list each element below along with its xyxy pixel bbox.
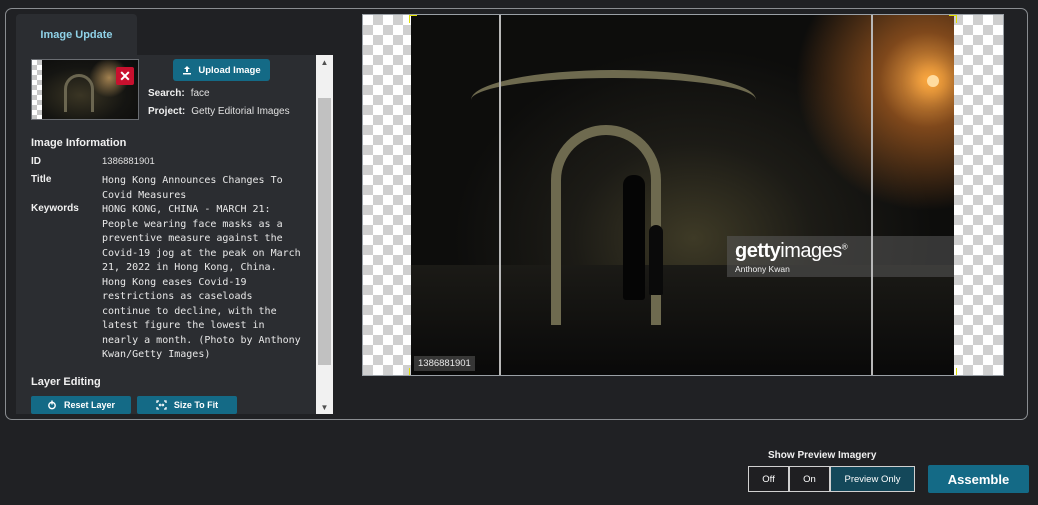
thumbnail-arch: [64, 74, 94, 112]
keywords-label: Keywords: [31, 203, 79, 214]
getty-logo: gettyimages®: [735, 240, 848, 262]
reset-layer-button[interactable]: Reset Layer: [31, 396, 131, 414]
reset-layer-label: Reset Layer: [63, 400, 116, 410]
photo-lamp: [927, 75, 939, 87]
keywords-value: HONG KONG, CHINA - MARCH 21: People wear…: [102, 204, 307, 360]
size-to-fit-button[interactable]: Size To Fit: [137, 396, 237, 414]
tab-image-update[interactable]: Image Update: [16, 14, 137, 55]
fit-icon: [156, 400, 167, 410]
photo-wall: [471, 70, 756, 130]
photo-figure-child: [649, 225, 663, 295]
preview-only-option[interactable]: Preview Only: [830, 466, 915, 492]
preview-imagery-heading: Show Preview Imagery: [768, 450, 877, 461]
getty-watermark: gettyimages® Anthony Kwan: [727, 236, 954, 277]
id-value: 1386881901: [102, 156, 155, 167]
guide-line-left[interactable]: [499, 15, 501, 375]
title-label: Title: [31, 174, 52, 185]
project-value: Getty Editorial Images: [191, 106, 290, 117]
photo-figure-adult: [623, 175, 645, 300]
search-label: Search:: [148, 88, 185, 99]
close-icon: ✕: [119, 68, 131, 84]
search-value: face: [190, 88, 210, 99]
id-label: ID: [31, 156, 41, 167]
side-panel-scrollbar[interactable]: ▲ ▼: [316, 55, 333, 414]
upload-label: Upload Image: [198, 64, 261, 76]
image-information-heading: Image Information: [31, 137, 127, 149]
scroll-down-icon[interactable]: ▼: [316, 400, 333, 414]
scroll-thumb[interactable]: [318, 98, 331, 365]
assemble-button[interactable]: Assemble: [928, 465, 1029, 493]
reset-icon: [48, 400, 56, 410]
title-value: Hong Kong Announces Changes To Covid Mea…: [102, 175, 289, 201]
crop-handle-bottom-left[interactable]: [409, 368, 417, 375]
image-update-panel: ✕ Upload Image Search: face Project: Getty…: [16, 55, 333, 414]
preview-off-option[interactable]: Off: [748, 466, 789, 492]
remove-image-button[interactable]: ✕: [116, 67, 134, 85]
guide-line-right[interactable]: [871, 15, 873, 375]
preview-on-option[interactable]: On: [789, 466, 830, 492]
photo-credit: Anthony Kwan: [735, 264, 790, 274]
project-label: Project:: [148, 106, 186, 117]
scroll-up-icon[interactable]: ▲: [316, 55, 333, 69]
crop-handle-top-left[interactable]: [409, 15, 417, 23]
search-row: Search: face: [148, 88, 210, 99]
upload-icon: [183, 66, 192, 75]
project-row: Project: Getty Editorial Images: [148, 106, 290, 117]
size-to-fit-label: Size To Fit: [173, 400, 219, 410]
layer-editing-heading: Layer Editing: [31, 376, 101, 388]
preview-canvas[interactable]: gettyimages® Anthony Kwan 1386881901: [362, 14, 1004, 376]
crop-handle-top-right[interactable]: [949, 15, 957, 23]
upload-image-button[interactable]: Upload Image: [173, 59, 270, 81]
crop-handle-bottom-right[interactable]: [949, 368, 957, 375]
image-id-badge: 1386881901: [414, 356, 475, 371]
